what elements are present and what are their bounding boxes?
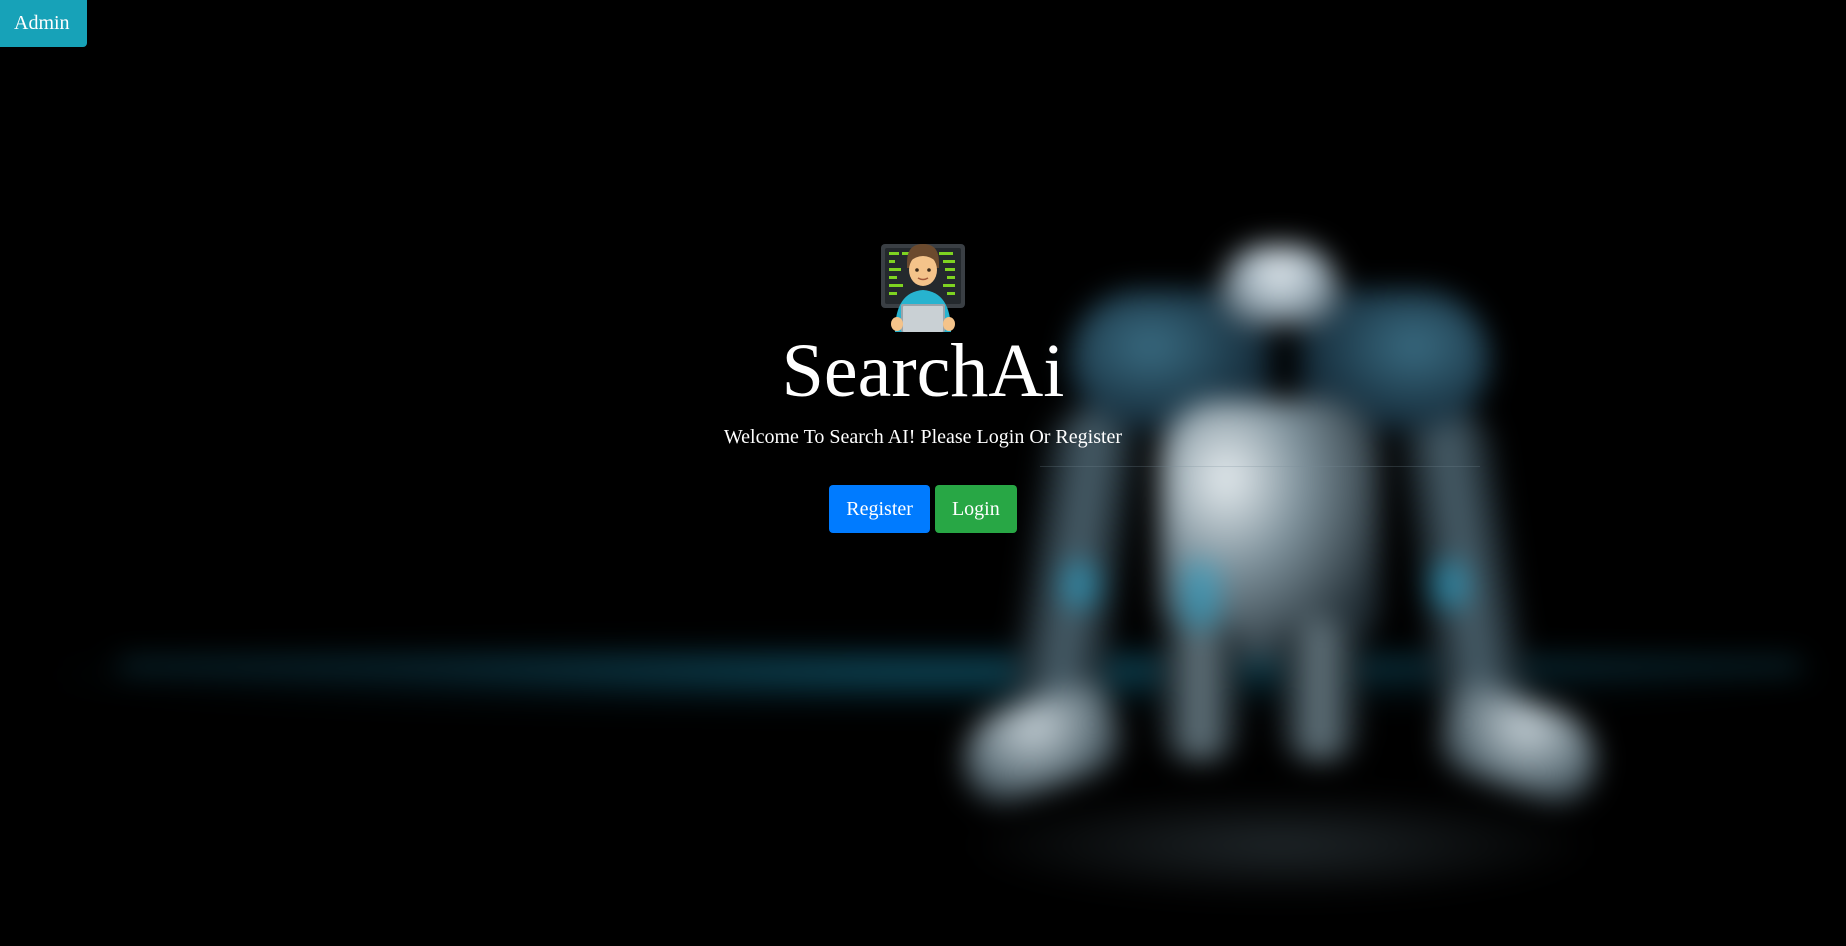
robot-leg-right xyxy=(1280,620,1360,760)
robot-accent xyxy=(1180,560,1220,630)
robot-leg-left xyxy=(1160,620,1240,760)
robot-accent xyxy=(1430,560,1470,610)
register-button[interactable]: Register xyxy=(829,485,930,533)
auth-actions: Register Login xyxy=(0,485,1846,533)
welcome-message: Welcome To Search AI! Please Login Or Re… xyxy=(723,426,1123,448)
landing-page: Admin SearchAi Welcome To Search AI! Ple… xyxy=(0,0,1846,946)
admin-button[interactable]: Admin xyxy=(0,0,87,47)
hero-section: SearchAi Welcome To Search AI! Please Lo… xyxy=(0,240,1846,533)
floor-reflection xyxy=(960,790,1600,900)
floor-glow xyxy=(60,640,1820,710)
robot-accent xyxy=(1060,560,1100,610)
page-title: SearchAi xyxy=(781,329,1065,413)
floor-glow-line xyxy=(120,660,1800,670)
login-button[interactable]: Login xyxy=(934,485,1017,533)
technologist-icon xyxy=(881,244,965,332)
